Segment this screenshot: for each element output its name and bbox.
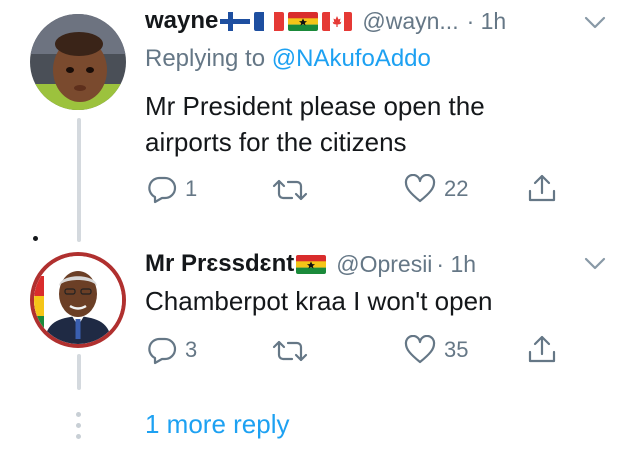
- avatar-wayne[interactable]: [30, 14, 126, 110]
- display-name[interactable]: Mr Prɛssdɛnt: [145, 250, 294, 278]
- ghana-flag-icon: [288, 11, 319, 31]
- reply-count: 3: [185, 337, 198, 362]
- thread-line: [77, 354, 81, 390]
- tweet-2-header: Mr Prɛssdɛnt @Opresii · 1h: [145, 250, 476, 278]
- retweet-icon: [272, 340, 308, 362]
- retweet-button[interactable]: [272, 337, 316, 365]
- user-handle[interactable]: @Opresii: [336, 251, 432, 278]
- chevron-down-icon[interactable]: [584, 257, 606, 271]
- thread-dot: [33, 236, 38, 241]
- tweet-1-text: Mr President please open the airports fo…: [145, 88, 485, 160]
- timestamp[interactable]: · 1h: [467, 8, 507, 35]
- tweet-text-line: Chamberpot kraa I won't open: [145, 286, 493, 316]
- tweet-2-text: Chamberpot kraa I won't open: [145, 283, 493, 319]
- like-count: 22: [444, 176, 469, 201]
- share-icon: [528, 174, 556, 202]
- reply-count: 1: [185, 176, 198, 201]
- like-button[interactable]: 22: [404, 174, 468, 204]
- like-button[interactable]: 35: [404, 335, 468, 365]
- france-flag-icon: [254, 11, 285, 31]
- retweet-icon: [272, 179, 308, 201]
- retweet-button[interactable]: [272, 176, 316, 204]
- display-name[interactable]: wayne: [145, 7, 218, 35]
- ghana-flag-icon: [296, 254, 327, 274]
- share-icon: [528, 335, 556, 363]
- more-replies-dots-icon: [76, 412, 82, 442]
- replying-to: Replying to @NAkufoAddo: [145, 45, 431, 73]
- reply-button[interactable]: 3: [147, 335, 197, 365]
- share-button[interactable]: [527, 172, 557, 204]
- name-flags: [220, 11, 353, 31]
- user-handle[interactable]: @wayn...: [362, 8, 458, 35]
- name-flags: [296, 254, 327, 274]
- finland-flag-icon: [220, 11, 251, 31]
- like-count: 35: [444, 337, 469, 362]
- reply-button[interactable]: 1: [147, 174, 197, 204]
- more-replies-link[interactable]: 1 more reply: [145, 409, 290, 440]
- replying-to-label: Replying to: [145, 45, 266, 72]
- heart-icon: [404, 174, 436, 203]
- canada-flag-icon: [322, 11, 353, 31]
- chevron-down-icon[interactable]: [584, 16, 606, 30]
- tweet-1-header: wayne @wayn... · 1h: [145, 7, 506, 35]
- timestamp[interactable]: · 1h: [436, 251, 476, 278]
- reply-icon: [148, 337, 177, 365]
- heart-icon: [404, 335, 436, 364]
- reply-icon: [148, 176, 177, 204]
- avatar-mr-pressdent[interactable]: [30, 252, 126, 348]
- thread-line: [77, 118, 81, 242]
- replying-to-handle-link[interactable]: @NAkufoAddo: [272, 45, 431, 72]
- share-button[interactable]: [527, 333, 557, 365]
- tweet-text-line: Mr President please open the: [145, 91, 485, 121]
- tweet-text-line: airports for the citizens: [145, 127, 407, 157]
